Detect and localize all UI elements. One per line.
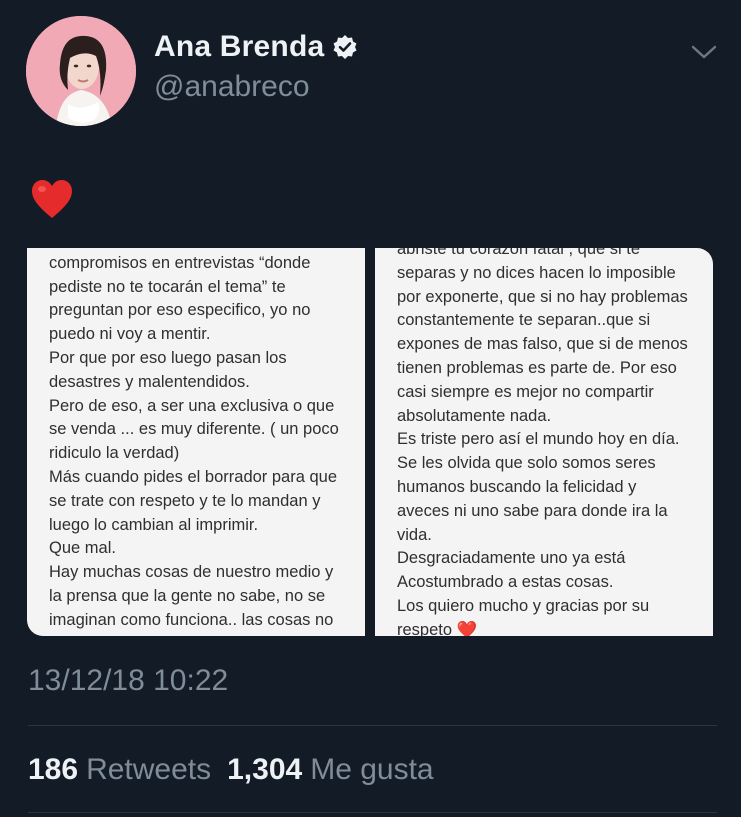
heart-icon bbox=[32, 180, 72, 218]
note-line: Pero de eso, a ser una exclusiva o que bbox=[49, 396, 335, 415]
note-line: constantemente te separan..que si bbox=[397, 311, 651, 330]
note-line: Hay muchas cosas de nuestro medio y bbox=[49, 563, 334, 582]
note-line: Se les olvida que solo somos seres bbox=[397, 454, 656, 473]
retweets-label[interactable]: Retweets bbox=[86, 753, 211, 787]
note-line: compromisos en entrevistas “donde bbox=[49, 253, 311, 272]
note-line: preguntan por eso especifico, yo no bbox=[49, 301, 311, 320]
note-line: respeto ❤️ bbox=[397, 620, 478, 636]
note-line: Más cuando pides el borrador para que bbox=[49, 467, 338, 486]
note-line: Por que por eso luego pasan los bbox=[49, 348, 287, 367]
note-line: Acostumbrado a estas cosas. bbox=[397, 573, 614, 592]
likes-label[interactable]: Me gusta bbox=[310, 753, 433, 787]
note-line: desastres y malentendidos. bbox=[49, 372, 250, 391]
note-line: Los quiero mucho y gracias por su bbox=[397, 596, 650, 615]
note-line: por exponerte, que si no hay problemas bbox=[397, 287, 688, 306]
tweet-timestamp: 13/12/18 10:22 bbox=[28, 664, 229, 697]
divider bbox=[28, 812, 717, 813]
note-line: casi siempre es mejor no compartir bbox=[397, 382, 654, 401]
note-line: humanos buscando la felicidad y bbox=[397, 477, 637, 496]
avatar-image bbox=[26, 16, 136, 126]
note-line: se trate con respeto y te lo mandan y bbox=[49, 491, 321, 510]
tweet-image-left[interactable]: eso, cuando tienes pactadoscompromisos e… bbox=[27, 248, 365, 636]
divider bbox=[28, 725, 717, 726]
profile-name[interactable]: Ana Brenda bbox=[154, 30, 358, 64]
note-text-left: eso, cuando tienes pactadoscompromisos e… bbox=[49, 248, 353, 633]
note-line: tienen problemas es parte de. Por eso bbox=[397, 358, 677, 377]
note-line: Que mal. bbox=[49, 539, 116, 558]
note-line: aveces ni uno sabe para donde ira la bbox=[397, 501, 668, 520]
note-line: Desgraciadamente uno ya está bbox=[397, 549, 626, 568]
note-line: puedo ni voy a mentir. bbox=[49, 325, 211, 344]
note-line: imaginan como funciona.. las cosas no bbox=[49, 610, 334, 629]
note-line: la prensa que la gente no sabe, no se bbox=[49, 586, 326, 605]
note-line: abriste tu corazon fatal , que si te bbox=[397, 248, 641, 258]
retweets-count[interactable]: 186 bbox=[28, 753, 78, 787]
note-line: expones de mas falso, que si de menos bbox=[397, 335, 688, 354]
tweet-stats: 186 Retweets 1,304 Me gusta bbox=[28, 753, 434, 787]
note-line: absolutamente nada. bbox=[397, 406, 552, 425]
note-line: vida. bbox=[397, 525, 432, 544]
display-name[interactable]: Ana Brenda bbox=[154, 30, 324, 64]
verified-badge-icon bbox=[332, 34, 358, 60]
note-line: ridiculo la verdad) bbox=[49, 444, 180, 463]
note-line: Es triste pero así el mundo hoy en día. bbox=[397, 430, 680, 449]
note-line: separas y no dices hacen lo imposible bbox=[397, 263, 676, 282]
avatar[interactable] bbox=[26, 16, 136, 126]
note-line: pediste no te tocarán el tema” te bbox=[49, 277, 286, 296]
likes-count[interactable]: 1,304 bbox=[227, 753, 302, 787]
note-text-right: abriste tu corazon fatal , que si te sepa… bbox=[397, 248, 701, 636]
note-line: se venda ... es muy diferente. ( un poco bbox=[49, 420, 339, 439]
tweet-image-right[interactable]: abriste tu corazon fatal , que si te sepa… bbox=[375, 248, 713, 636]
chevron-down-icon[interactable] bbox=[690, 42, 718, 62]
profile-handle[interactable]: @anabreco bbox=[154, 70, 310, 104]
note-line: luego lo cambian al imprimir. bbox=[49, 515, 259, 534]
